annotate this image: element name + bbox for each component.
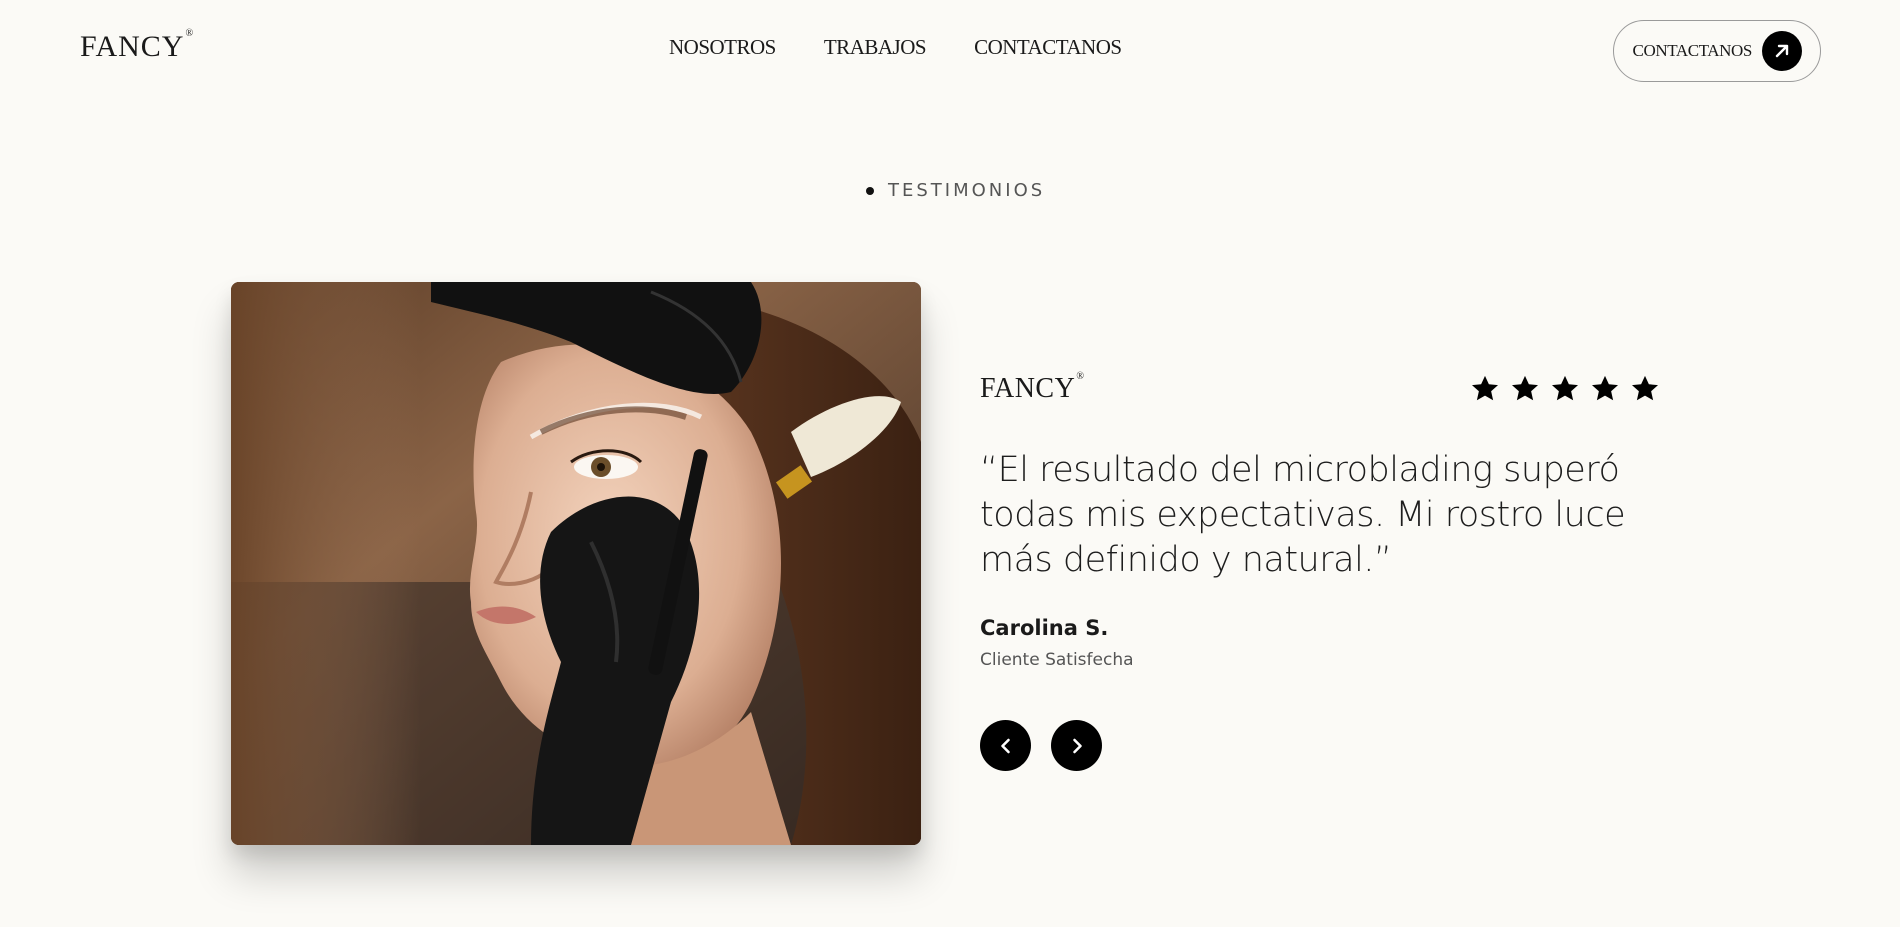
star-icon [1592,375,1618,401]
site-header: FANCY® NOSOTROS TRABAJOS CONTACTANOS CON… [0,0,1900,100]
testimonial-author: Carolina S. [980,616,1109,640]
testimonial-author-role: Cliente Satisfecha [980,650,1134,670]
main-nav: NOSOTROS TRABAJOS CONTACTANOS [669,35,1170,60]
brand-logo[interactable]: FANCY® [80,28,195,64]
registered-mark: ® [185,28,195,39]
microblading-photo-illustration [231,282,921,845]
rating-stars [1470,374,1660,404]
star-icon [1552,375,1578,401]
star-icon [1472,375,1498,401]
testimonial-photo [231,282,921,845]
star-icon [1632,375,1658,401]
section-title: TESTIMONIOS [888,180,1046,201]
next-testimonial-button[interactable] [1051,720,1102,771]
testimonial-brand-text: FANCY [980,373,1076,404]
testimonial-quote: “El resultado del microblading superó to… [980,450,1626,580]
carousel-controls [980,720,1102,771]
registered-mark: ® [1076,371,1085,382]
testimonial-brand-logo: FANCY® [980,371,1085,405]
bullet-dot-icon [866,186,874,195]
chevron-left-icon [1000,738,1010,753]
contact-cta-label: CONTACTANOS [1632,41,1753,60]
contact-cta-button[interactable]: CONTACTANOS [1613,20,1821,82]
prev-testimonial-button[interactable] [980,720,1031,771]
section-label: TESTIMONIOS [866,180,1045,201]
chevron-right-icon [1072,738,1082,753]
nav-link-nosotros[interactable]: NOSOTROS [669,35,776,60]
brand-logo-text: FANCY [80,30,185,63]
star-icon [1512,375,1538,401]
arrow-up-right-icon [1762,31,1802,71]
nav-link-contactanos[interactable]: CONTACTANOS [974,35,1122,60]
nav-link-trabajos[interactable]: TRABAJOS [824,35,927,60]
